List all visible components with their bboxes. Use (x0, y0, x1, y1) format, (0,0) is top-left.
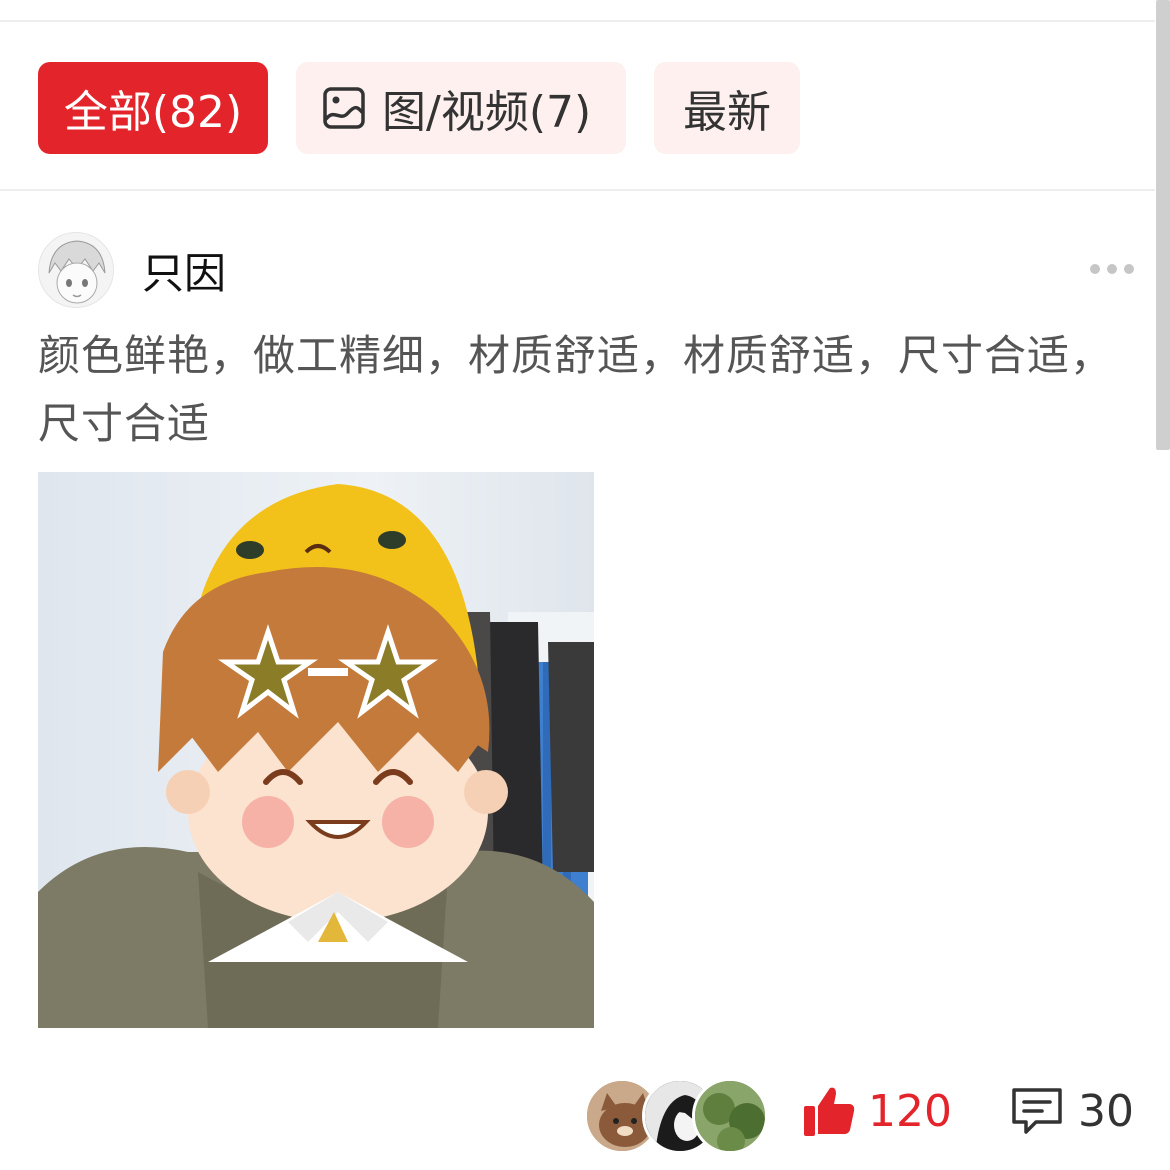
filter-media-label: 图/视频(7) (382, 87, 592, 138)
dot (1107, 264, 1117, 274)
liker-avatar[interactable] (692, 1078, 768, 1154)
filter-all-label: 全部(82) (63, 87, 243, 138)
nature-avatar-image (695, 1081, 765, 1151)
filter-media-button[interactable]: 图/视频(7) (296, 62, 626, 154)
comment-count: 30 (1078, 1085, 1134, 1137)
filter-latest-label: 最新 (683, 87, 771, 138)
review-footer: 120 30 (584, 1076, 1144, 1156)
more-dots-icon[interactable] (1090, 262, 1138, 276)
thumbs-up-icon (804, 1087, 855, 1136)
scrollbar[interactable] (1156, 0, 1170, 450)
like-button[interactable]: 120 (802, 1084, 952, 1138)
filter-latest-button[interactable]: 最新 (654, 62, 800, 154)
filter-all-button[interactable]: 全部(82) (38, 62, 268, 154)
review-page: 全部(82) 图/视频(7) 最新 只因 颜色鲜艳，做工精细，材质舒适，材质舒适… (0, 0, 1170, 1170)
filter-bar: 全部(82) 图/视频(7) 最新 (38, 62, 800, 154)
comment-button[interactable]: 30 (1010, 1084, 1134, 1138)
dot (1124, 264, 1134, 274)
review-photo[interactable] (38, 472, 594, 1028)
comment-icon (1012, 1088, 1062, 1134)
username[interactable]: 只因 (142, 240, 226, 301)
top-divider (0, 20, 1155, 22)
avatar-image (39, 233, 113, 307)
like-count: 120 (868, 1085, 952, 1137)
filter-divider (0, 189, 1155, 191)
avatar[interactable] (38, 232, 114, 308)
dot (1090, 264, 1100, 274)
review-photo-image (38, 472, 594, 1028)
review-text: 颜色鲜艳，做工精细，材质舒适，材质舒适，尺寸合适，尺寸合适 (38, 331, 1114, 448)
image-icon (323, 87, 365, 129)
